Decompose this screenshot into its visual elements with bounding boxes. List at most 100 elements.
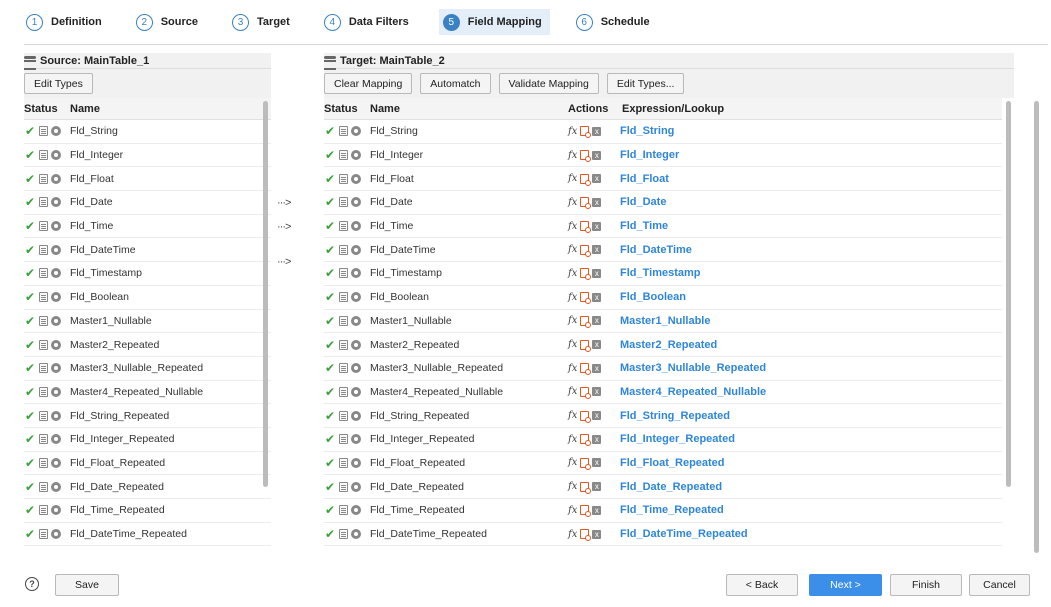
document-icon[interactable] [339,197,348,208]
gear-icon[interactable] [351,126,361,137]
expression-link[interactable]: Master1_Nullable [620,315,710,327]
fx-icon[interactable]: fx [568,386,577,397]
expression-link[interactable]: Fld_String [620,125,674,137]
wizard-step[interactable]: 2 Source [132,9,206,35]
fx-icon[interactable]: fx [568,173,577,184]
target-field-row[interactable]: ✔ Fld_String fx x Fld_String [324,120,1002,144]
gear-icon[interactable] [351,292,361,303]
document-icon[interactable] [39,126,48,137]
close-box-icon[interactable]: x [592,434,602,444]
gear-icon[interactable] [351,221,361,232]
gear-icon[interactable] [51,221,61,232]
close-box-icon[interactable]: x [592,174,602,184]
source-field-row[interactable]: ✔ Fld_Float [24,167,271,192]
fx-icon[interactable]: fx [568,363,577,374]
document-icon[interactable] [339,457,348,468]
lookup-icon[interactable] [580,481,592,494]
source-edit-types-button[interactable]: Edit Types [24,73,93,94]
fx-icon[interactable]: fx [568,529,577,540]
target-field-row[interactable]: ✔ Fld_Integer_Repeated fx x Fld_Integer_Repe… [324,428,1002,452]
gear-icon[interactable] [351,457,361,468]
fx-icon[interactable]: fx [568,197,577,208]
source-field-row[interactable]: ✔ Fld_Time_Repeated [24,499,271,523]
document-icon[interactable] [39,386,48,397]
gear-icon[interactable] [51,244,61,255]
gear-icon[interactable] [51,126,61,137]
document-icon[interactable] [39,505,48,516]
fx-icon[interactable]: fx [568,292,577,303]
gear-icon[interactable] [51,505,61,516]
document-icon[interactable] [39,339,48,350]
document-icon[interactable] [39,481,48,492]
target-field-row[interactable]: ✔ Fld_Time fx x Fld_Time [324,215,1002,239]
target-field-row[interactable]: ✔ Master4_Repeated_Nullable fx x Master4_Rep… [324,381,1002,405]
fx-icon[interactable]: fx [568,434,577,445]
document-icon[interactable] [339,386,348,397]
fx-icon[interactable]: fx [568,150,577,161]
target-scrollbar[interactable] [1006,101,1011,487]
target-field-row[interactable]: ✔ Fld_Timestamp fx x Fld_Timestamp [324,262,1002,286]
close-box-icon[interactable]: x [592,221,602,231]
lookup-icon[interactable] [580,434,592,447]
lookup-icon[interactable] [580,268,592,281]
source-field-row[interactable]: ✔ Fld_Time [24,215,271,239]
lookup-icon[interactable] [580,386,592,399]
fx-icon[interactable]: fx [568,481,577,492]
document-icon[interactable] [39,410,48,421]
lookup-icon[interactable] [580,529,592,542]
gear-icon[interactable] [51,315,61,326]
document-icon[interactable] [39,173,48,184]
gear-icon[interactable] [351,268,361,279]
expression-link[interactable]: Fld_Float [620,173,669,185]
expression-link[interactable]: Master4_Repeated_Nullable [620,386,766,398]
document-icon[interactable] [339,410,348,421]
clear-mapping-button[interactable]: Clear Mapping [324,73,413,94]
document-icon[interactable] [39,268,48,279]
gear-icon[interactable] [51,481,61,492]
fx-icon[interactable]: fx [568,505,577,516]
target-field-row[interactable]: ✔ Fld_Date fx x Fld_Date [324,191,1002,215]
close-box-icon[interactable]: x [592,150,602,160]
document-icon[interactable] [339,268,348,279]
gear-icon[interactable] [351,481,361,492]
fx-icon[interactable]: fx [568,410,577,421]
source-field-row[interactable]: ✔ Fld_Float_Repeated [24,452,271,476]
gear-icon[interactable] [51,457,61,468]
close-box-icon[interactable]: x [592,292,602,302]
lookup-icon[interactable] [580,410,592,423]
source-scrollbar[interactable] [263,101,268,487]
target-field-row[interactable]: ✔ Fld_Boolean fx x Fld_Boolean [324,286,1002,310]
close-box-icon[interactable]: x [592,126,602,136]
source-field-row[interactable]: ✔ Fld_Integer_Repeated [24,428,271,452]
gear-icon[interactable] [351,339,361,350]
source-field-row[interactable]: ✔ Master1_Nullable [24,310,271,334]
source-field-row[interactable]: ✔ Master4_Repeated_Nullable [24,381,271,405]
fx-icon[interactable]: fx [568,268,577,279]
wizard-step[interactable]: 6 Schedule [572,9,658,35]
gear-icon[interactable] [351,197,361,208]
expression-link[interactable]: Fld_Time [620,220,668,232]
source-field-row[interactable]: ✔ Fld_DateTime [24,238,271,263]
document-icon[interactable] [39,197,48,208]
target-field-row[interactable]: ✔ Fld_Date_Repeated fx x Fld_Date_Repeated [324,475,1002,499]
close-box-icon[interactable]: x [592,387,602,397]
lookup-icon[interactable] [580,197,592,210]
document-icon[interactable] [39,457,48,468]
document-icon[interactable] [339,481,348,492]
document-icon[interactable] [39,292,48,303]
automatch-button[interactable]: Automatch [420,73,491,94]
document-icon[interactable] [339,529,348,540]
close-box-icon[interactable]: x [592,505,602,515]
target-field-row[interactable]: ✔ Fld_String_Repeated fx x Fld_String_Repeat… [324,404,1002,428]
gear-icon[interactable] [51,268,61,279]
lookup-icon[interactable] [580,457,592,470]
close-box-icon[interactable]: x [592,316,602,326]
document-icon[interactable] [339,505,348,516]
lookup-icon[interactable] [580,126,592,139]
lookup-icon[interactable] [580,292,592,305]
close-box-icon[interactable]: x [592,340,602,350]
gear-icon[interactable] [51,529,61,540]
source-field-row[interactable]: ✔ Fld_Date_Repeated [24,475,271,499]
document-icon[interactable] [39,221,48,232]
lookup-icon[interactable] [580,150,592,163]
